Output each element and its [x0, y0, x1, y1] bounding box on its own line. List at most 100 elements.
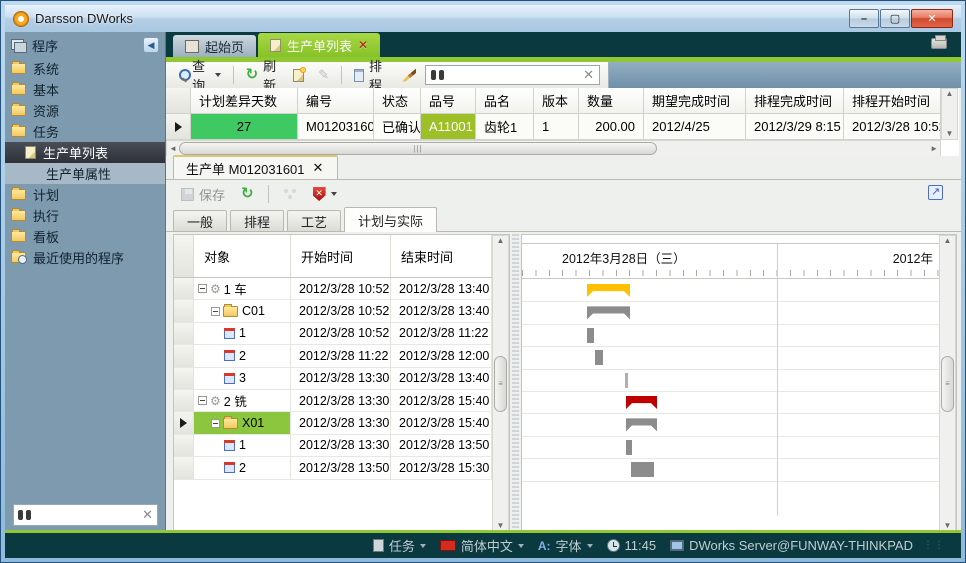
sidebar-item[interactable]: 执行 — [5, 205, 165, 226]
grid-cell[interactable]: 2012/4/25 — [644, 114, 746, 140]
validate-button[interactable]: ✕ — [308, 185, 342, 203]
sidebar-item[interactable]: 生产单属性 — [5, 163, 165, 184]
grid-cell[interactable]: 已确认 — [374, 114, 421, 140]
resize-grip[interactable]: ⋮⋮ — [923, 540, 945, 551]
grid-column-header[interactable]: 品名 — [476, 88, 534, 114]
sidebar-item[interactable]: 基本 — [5, 79, 165, 100]
grid-search-input[interactable] — [449, 68, 578, 83]
sidebar-collapse-button[interactable]: ◀ — [143, 37, 159, 53]
grid-cell[interactable]: 2012/3/29 8:15 — [746, 114, 844, 140]
tree-row[interactable]: 32012/3/28 13:302012/3/28 13:40 — [174, 368, 509, 390]
tree-row[interactable]: 12012/3/28 10:522012/3/28 11:22 — [174, 323, 509, 345]
order-document-tab[interactable]: 生产单 M012031601 ✕ — [173, 155, 338, 179]
popout-icon[interactable]: ↗ — [928, 185, 943, 200]
grid-column-header[interactable]: 排程完成时间 — [746, 88, 844, 114]
grid-column-header[interactable]: 数量 — [579, 88, 644, 114]
status-item-clipboard[interactable]: 任务 — [373, 536, 426, 555]
tab-close-icon[interactable]: ✕ — [358, 38, 368, 52]
sidebar-search-box[interactable]: ✕ — [13, 504, 158, 526]
grid-cell[interactable]: A11001 — [421, 114, 476, 140]
clipboard-icon — [373, 539, 384, 552]
tree-row[interactable]: 12012/3/28 13:302012/3/28 13:50 — [174, 435, 509, 457]
toolbar-separator — [233, 66, 234, 84]
grid-cell[interactable]: 齿轮1 — [476, 114, 534, 140]
sidebar-item[interactable]: 系统 — [5, 58, 165, 79]
sidebar-item[interactable]: 资源 — [5, 100, 165, 121]
save-button[interactable]: 保存 — [176, 183, 230, 206]
gantt-task-bar[interactable] — [595, 350, 603, 365]
sidebar-search-clear-icon[interactable]: ✕ — [142, 507, 153, 523]
sidebar-item[interactable]: 任务 — [5, 121, 165, 142]
grid-column-header[interactable]: 排程开始时间 — [844, 88, 941, 114]
grid-search-box[interactable]: ✕ — [425, 65, 600, 85]
tree-column-header[interactable] — [174, 235, 194, 277]
status-item-clock[interactable]: 11:45 — [607, 538, 657, 553]
detail-refresh-button[interactable]: ↻ — [236, 186, 259, 202]
grid-column-header[interactable]: 状态 — [374, 88, 421, 114]
sidebar-item-label: 执行 — [33, 206, 59, 225]
gantt-task-bar[interactable] — [626, 440, 632, 455]
grid-cell[interactable]: 200.00 — [579, 114, 644, 140]
flow-button[interactable] — [278, 186, 302, 202]
gantt-summary-bar[interactable] — [626, 418, 657, 431]
inner-tab-排程[interactable]: 排程 — [230, 210, 284, 231]
inner-tab-计划与实际[interactable]: 计划与实际 — [344, 207, 437, 232]
inner-tab-工艺[interactable]: 工艺 — [287, 210, 341, 231]
grid-cell[interactable]: 1 — [534, 114, 579, 140]
sidebar-item[interactable]: 看板 — [5, 226, 165, 247]
splitter-handle[interactable] — [512, 234, 519, 550]
query-dropdown-icon[interactable] — [215, 73, 221, 77]
grid-column-header[interactable]: 计划差异天数 — [191, 88, 298, 114]
status-item-flag[interactable]: 简体中文 — [440, 536, 524, 555]
tree-row[interactable]: ⚙1 车2012/3/28 10:522012/3/28 13:40 — [174, 278, 509, 300]
grid-column-header[interactable]: 期望完成时间 — [644, 88, 746, 114]
edit-button[interactable]: ✎ — [313, 65, 334, 85]
tree-column-header[interactable]: 开始时间 — [291, 235, 391, 277]
gantt-summary-bar[interactable] — [587, 284, 630, 297]
close-button[interactable]: ✕ — [911, 9, 953, 28]
gantt-row — [522, 347, 939, 369]
grid-column-header[interactable]: 版本 — [534, 88, 579, 114]
sidebar-search-input[interactable] — [35, 508, 138, 522]
grid-cell[interactable]: 27 — [191, 114, 298, 140]
sidebar-item[interactable]: 生产单列表 — [5, 142, 165, 163]
tree-row[interactable]: X012012/3/28 13:302012/3/28 15:40 — [174, 412, 509, 434]
gantt-task-bar[interactable] — [587, 328, 594, 343]
printer-icon[interactable] — [931, 38, 947, 49]
window-title: Darsson DWorks — [35, 11, 133, 26]
sidebar-item[interactable]: 最近使用的程序 — [5, 247, 165, 268]
status-item-monitor[interactable]: DWorks Server@FUNWAY-THINKPAD — [670, 538, 913, 553]
grid-cell[interactable]: 2012/3/28 10:52 — [844, 114, 941, 140]
tree-row[interactable]: 22012/3/28 11:222012/3/28 12:00 — [174, 345, 509, 367]
gantt-task-bar[interactable] — [625, 373, 628, 388]
tree-vertical-scrollbar[interactable]: ▲ ≡ ▼ — [492, 235, 509, 532]
gantt-vertical-scrollbar[interactable]: ▲ ≡ ▼ — [939, 235, 956, 532]
status-item-font[interactable]: A:字体 — [538, 536, 593, 555]
toolbar-separator — [341, 66, 342, 84]
gantt-task-bar[interactable] — [631, 462, 654, 477]
grid-cell[interactable] — [166, 114, 191, 140]
order-tab-close-icon[interactable]: ✕ — [313, 157, 324, 179]
tree-column-header[interactable]: 对象 — [194, 235, 291, 277]
grid-column-header[interactable]: 品号 — [421, 88, 476, 114]
tree-column-header[interactable]: 结束时间 — [391, 235, 492, 277]
grid-cell[interactable]: M012031601 — [298, 114, 374, 140]
grid-vertical-scrollbar[interactable]: ▲▼ — [941, 88, 958, 140]
gantt-summary-bar[interactable] — [587, 306, 630, 319]
validate-dropdown-icon[interactable] — [331, 192, 337, 196]
tree-row[interactable]: ⚙2 铣2012/3/28 13:302012/3/28 15:40 — [174, 390, 509, 412]
minimize-button[interactable]: – — [849, 9, 879, 28]
grid-search-clear-icon[interactable]: ✕ — [583, 67, 594, 83]
grid-column-header[interactable] — [166, 88, 191, 114]
new-button[interactable] — [288, 67, 309, 84]
app-window: Darsson DWorks – ▢ ✕ 系统基本资源任务计划执行工具帮助 Te… — [0, 0, 966, 563]
dropdown-caret-icon — [587, 544, 593, 548]
tree-row[interactable]: C012012/3/28 10:522012/3/28 13:40 — [174, 300, 509, 322]
gantt-summary-bar[interactable] — [626, 396, 657, 409]
maximize-button[interactable]: ▢ — [880, 9, 910, 28]
inner-tab-一般[interactable]: 一般 — [173, 210, 227, 231]
clean-button[interactable] — [397, 67, 421, 84]
tree-row[interactable]: 22012/3/28 13:502012/3/28 15:30 — [174, 457, 509, 479]
sidebar-item[interactable]: 计划 — [5, 184, 165, 205]
grid-column-header[interactable]: 编号 — [298, 88, 374, 114]
